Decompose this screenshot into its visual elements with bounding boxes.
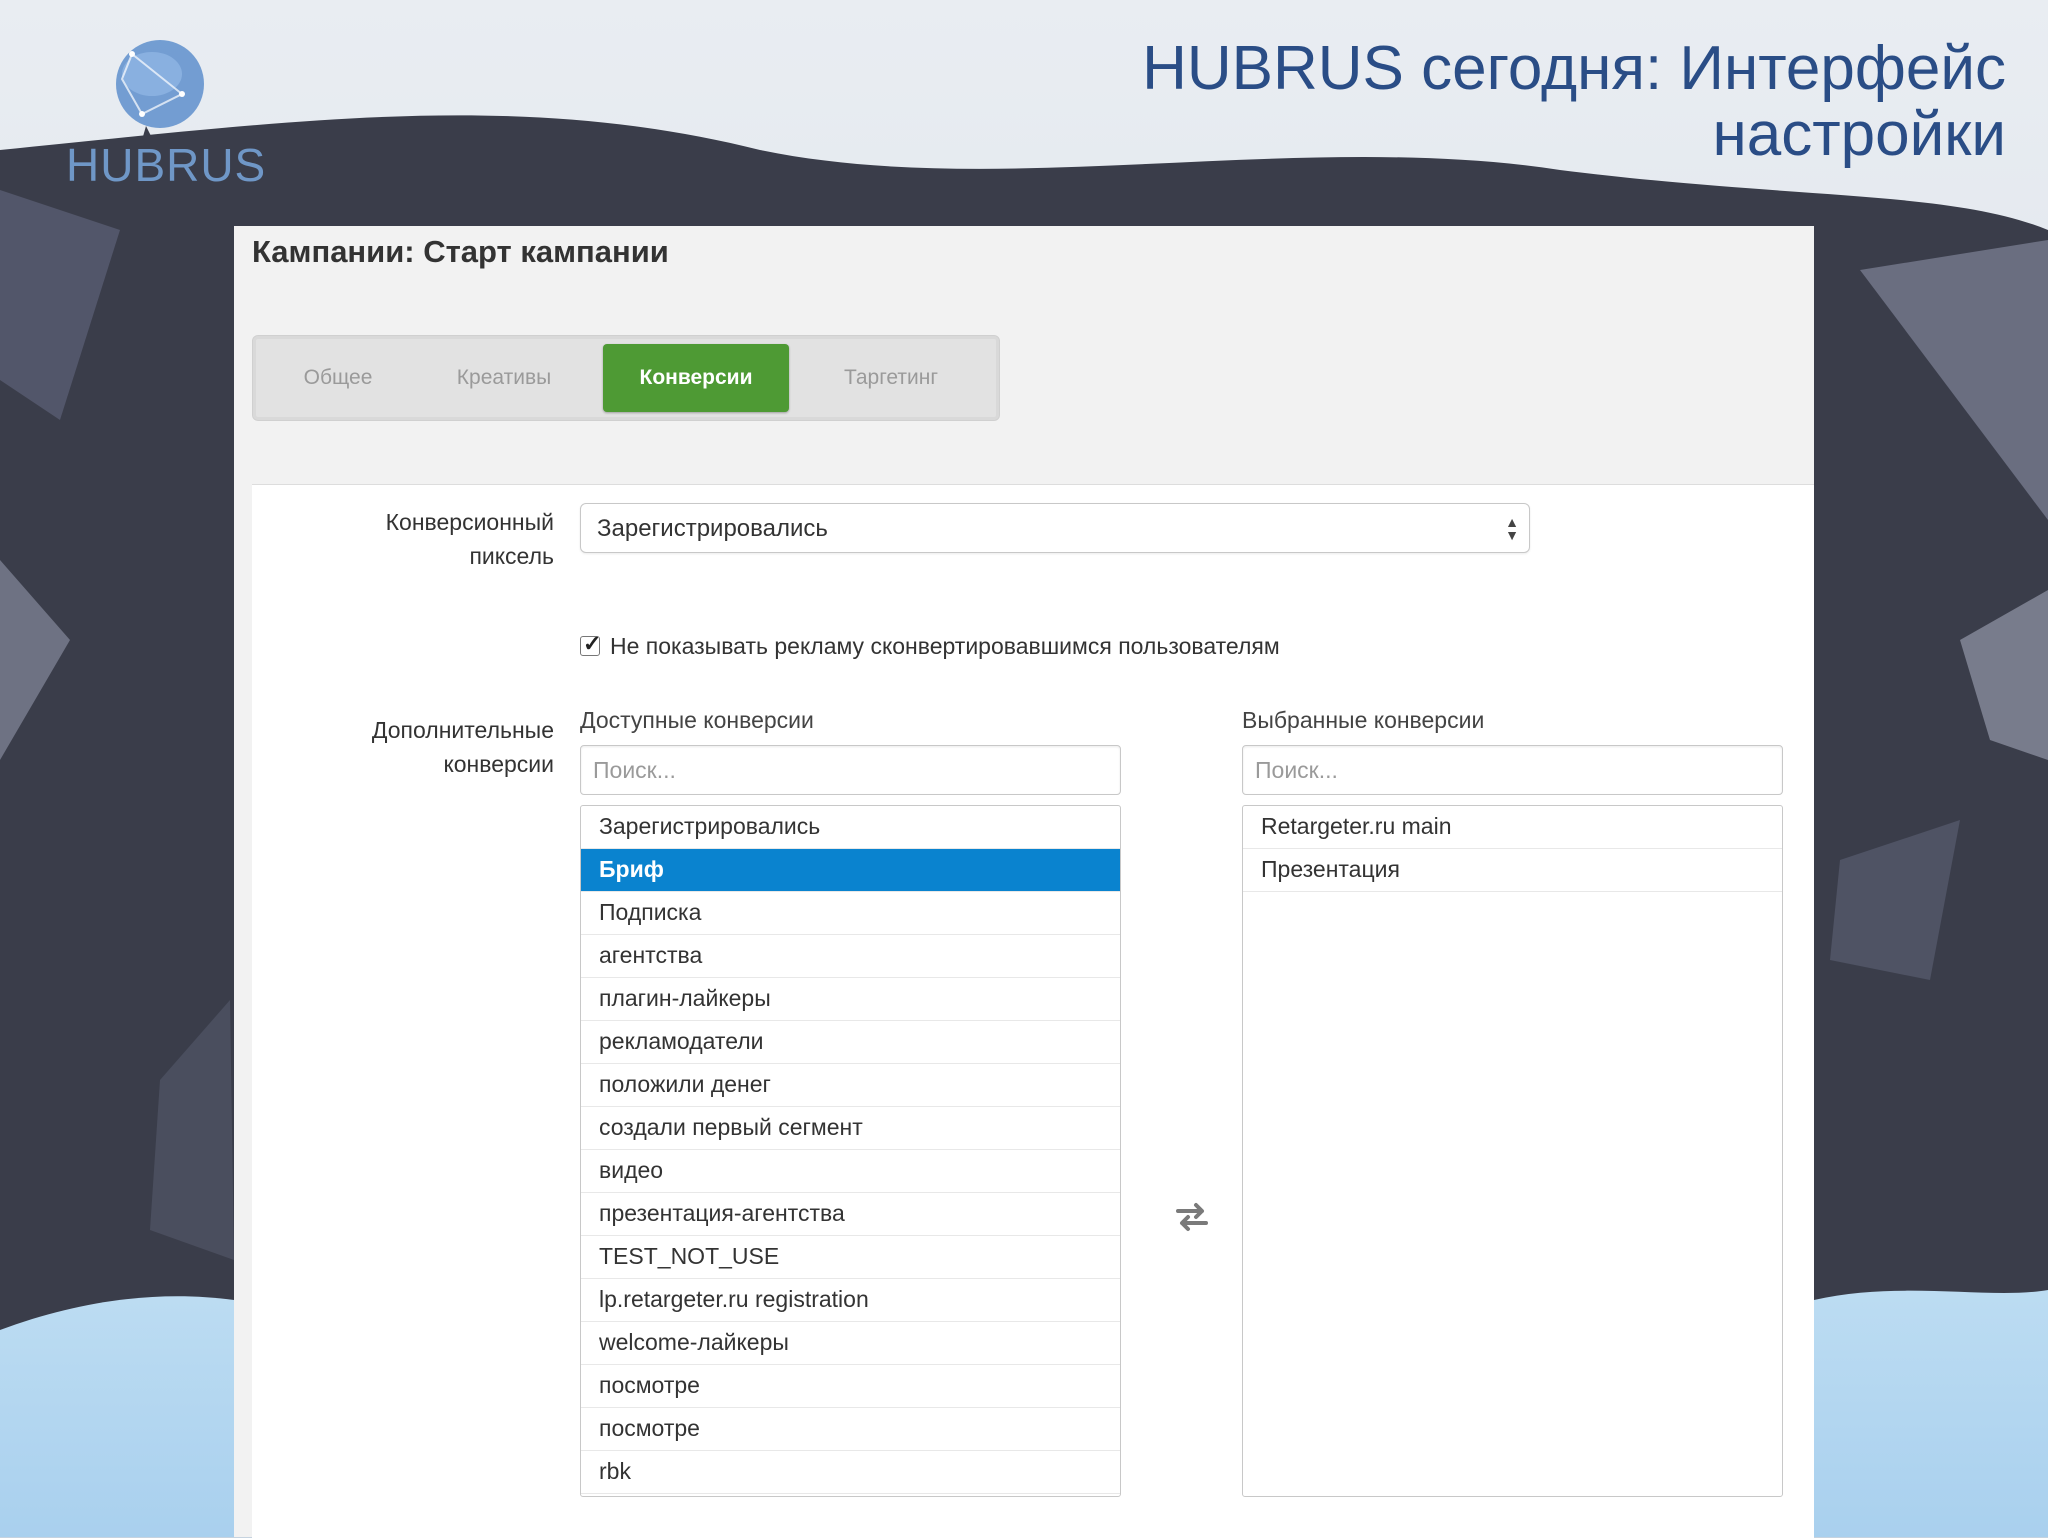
list-item[interactable]: плагин-лайкеры [581, 978, 1120, 1021]
available-list[interactable]: Зарегистрировались Бриф Подписка агентства п… [580, 805, 1121, 1497]
pixel-label: Конверсионный пиксель [385, 509, 554, 569]
page-title: Кампании: Старт кампании [252, 234, 669, 269]
tab-bar: Общее Креативы Конверсии Таргетинг [252, 335, 1000, 421]
chosen-search-input[interactable] [1243, 746, 1782, 794]
list-item[interactable]: рекламодатели [581, 1021, 1120, 1064]
list-item[interactable]: TEST_NOT_USE [581, 1236, 1120, 1279]
list-item[interactable]: welcome-лайкеры [581, 1322, 1120, 1365]
list-item[interactable]: презентация-агентства [581, 1193, 1120, 1236]
hide-converted-checkbox[interactable]: ✓ [580, 631, 601, 656]
campaign-panel: Кампании: Старт кампании Общее Креативы … [234, 226, 1814, 1538]
chosen-list[interactable]: Retargeter.ru main Презентация [1242, 805, 1783, 1497]
list-item[interactable]: видео [581, 1150, 1120, 1193]
extra-conversions-label: Дополнительные конверсии [371, 717, 554, 777]
tab-creatives[interactable]: Креативы [429, 344, 579, 412]
list-item[interactable]: Зарегистрировались [581, 806, 1120, 849]
tab-targeting[interactable]: Таргетинг [801, 344, 981, 412]
available-search-input[interactable] [581, 746, 1120, 794]
tab-general[interactable]: Общее [263, 344, 413, 412]
list-item[interactable]: lp.retargeter.ru registration [581, 1279, 1120, 1322]
hide-converted-row[interactable]: ✓ Не показывать рекламу сконвертировавшим… [580, 631, 1280, 661]
chosen-search[interactable] [1242, 745, 1783, 795]
list-item[interactable]: посмотре [581, 1365, 1120, 1408]
swap-arrows-icon[interactable] [1172, 1197, 1212, 1237]
conversion-form: Конверсионный пиксель Зарегистрировались… [252, 484, 1814, 1538]
list-item[interactable]: создали первый сегмент [581, 1107, 1120, 1150]
select-arrows-icon: ▲ ▼ [1505, 514, 1519, 543]
tab-conversions[interactable]: Конверсии [603, 344, 789, 412]
list-item[interactable]: положили денег [581, 1064, 1120, 1107]
list-item[interactable]: Бриф [581, 849, 1120, 892]
pixel-select-value: Зарегистрировались [597, 515, 828, 542]
slide-title: HUBRUS сегодня: Интерфейс настройки [1142, 34, 2006, 169]
list-item[interactable]: rbk [581, 1451, 1120, 1494]
list-item[interactable]: Retargeter.ru main [1243, 806, 1782, 849]
chosen-header: Выбранные конверсии [1242, 707, 1485, 733]
list-item[interactable]: агентства [581, 935, 1120, 978]
list-item[interactable]: Подписка [581, 892, 1120, 935]
list-item[interactable]: посмотре [581, 1408, 1120, 1451]
check-icon: ✓ [583, 630, 602, 656]
available-search[interactable] [580, 745, 1121, 795]
logo-text: HUBRUS [66, 139, 267, 191]
list-item[interactable]: Презентация [1243, 849, 1782, 892]
available-header: Доступные конверсии [580, 707, 814, 733]
pixel-select[interactable]: Зарегистрировались ▲ ▼ [580, 503, 1530, 553]
hide-converted-label: Не показывать рекламу сконвертировавшимс… [610, 633, 1280, 659]
